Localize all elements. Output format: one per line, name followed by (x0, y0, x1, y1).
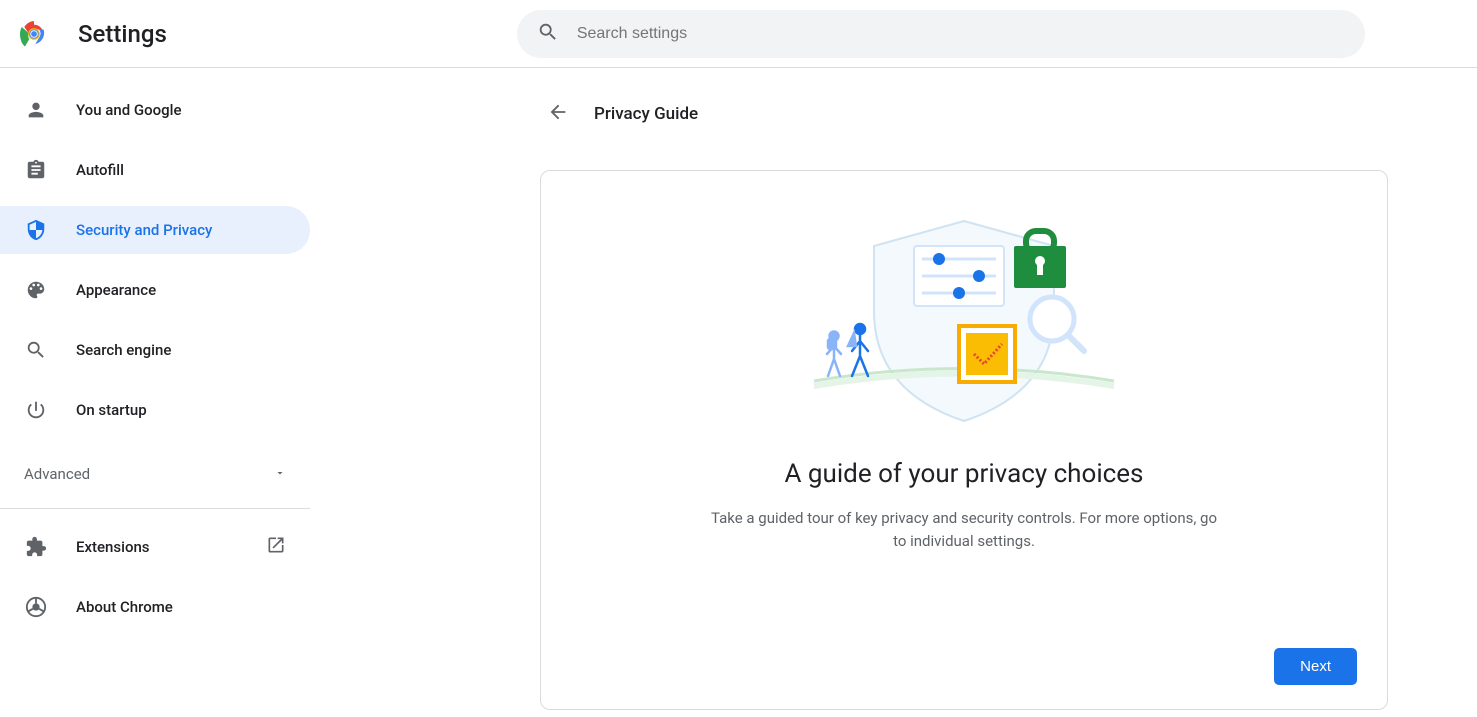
search-box[interactable] (517, 10, 1365, 58)
sidebar-item-label: On startup (76, 401, 147, 419)
sidebar-item-label: Extensions (76, 538, 150, 556)
sidebar: You and Google Autofill Security and Pri… (0, 68, 310, 717)
privacy-guide-card: A guide of your privacy choices Take a g… (540, 170, 1388, 710)
chrome-icon (24, 595, 48, 619)
card-heading: A guide of your privacy choices (785, 459, 1144, 489)
search-input[interactable] (577, 25, 1345, 43)
sidebar-item-about-chrome[interactable]: About Chrome (0, 583, 310, 631)
chrome-logo-icon (20, 20, 48, 48)
sidebar-divider (0, 508, 310, 509)
app-header: Settings (0, 0, 1477, 68)
sidebar-item-autofill[interactable]: Autofill (0, 146, 310, 194)
sidebar-item-label: You and Google (76, 101, 181, 119)
sidebar-item-label: About Chrome (76, 598, 173, 616)
app-title: Settings (78, 20, 167, 48)
shield-icon (24, 218, 48, 242)
sidebar-item-security-and-privacy[interactable]: Security and Privacy (0, 206, 310, 254)
sidebar-advanced-toggle[interactable]: Advanced (0, 446, 310, 502)
chevron-down-icon (274, 465, 286, 483)
sidebar-item-label: Search engine (76, 341, 171, 359)
page-title: Privacy Guide (594, 104, 698, 124)
sidebar-item-label: Appearance (76, 281, 156, 299)
advanced-label: Advanced (24, 465, 90, 483)
open-external-icon (266, 535, 286, 559)
page-header: Privacy Guide (540, 96, 1397, 132)
search-container (517, 10, 1365, 58)
sidebar-item-label: Security and Privacy (76, 221, 212, 239)
privacy-illustration (804, 211, 1124, 431)
main-content: Privacy Guide (310, 68, 1477, 717)
extension-icon (24, 535, 48, 559)
sidebar-item-extensions[interactable]: Extensions (0, 523, 310, 571)
arrow-back-icon (547, 101, 569, 127)
sidebar-item-label: Autofill (76, 161, 124, 179)
sidebar-item-appearance[interactable]: Appearance (0, 266, 310, 314)
sidebar-item-on-startup[interactable]: On startup (0, 386, 310, 434)
sidebar-item-search-engine[interactable]: Search engine (0, 326, 310, 374)
clipboard-icon (24, 158, 48, 182)
back-button[interactable] (540, 96, 576, 132)
power-icon (24, 398, 48, 422)
next-button[interactable]: Next (1274, 648, 1357, 685)
search-icon (537, 21, 577, 47)
palette-icon (24, 278, 48, 302)
sidebar-item-you-and-google[interactable]: You and Google (0, 86, 310, 134)
person-icon (24, 98, 48, 122)
search-icon (24, 338, 48, 362)
card-description: Take a guided tour of key privacy and se… (704, 507, 1224, 552)
